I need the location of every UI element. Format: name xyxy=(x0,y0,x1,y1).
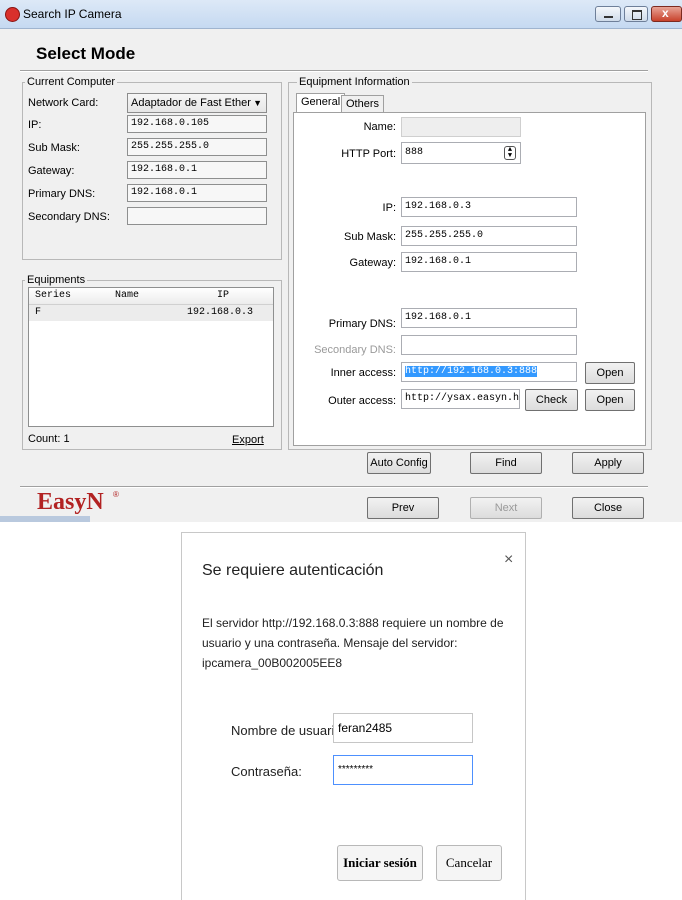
network-card-value: Adaptador de Fast Ether xyxy=(131,97,251,109)
equip-gateway-label: Gateway: xyxy=(349,257,396,269)
network-card-label: Network Card: xyxy=(28,97,99,109)
prev-button[interactable]: Prev xyxy=(367,497,439,519)
close-icon: x xyxy=(662,6,669,20)
gateway-label: Gateway: xyxy=(28,165,75,177)
table-header: Series Name IP xyxy=(29,288,273,305)
password-input[interactable]: ********* xyxy=(333,755,473,785)
equip-sub-mask-label: Sub Mask: xyxy=(344,231,396,243)
name-field[interactable] xyxy=(401,117,521,137)
minimize-button[interactable] xyxy=(595,6,621,22)
http-port-spinner[interactable]: 888 ▲ ▼ xyxy=(401,142,521,164)
header-divider xyxy=(20,70,648,72)
equip-ip-label: IP: xyxy=(382,202,396,214)
current-computer-legend: Current Computer xyxy=(25,76,118,88)
table-row[interactable]: F 192.168.0.3 xyxy=(29,305,273,321)
equip-primary-dns-label: Primary DNS: xyxy=(328,318,396,330)
http-port-label: HTTP Port: xyxy=(341,148,396,160)
next-button[interactable]: Next xyxy=(470,497,542,519)
inner-access-value: http://192.168.0.3:888 xyxy=(405,366,538,377)
outer-open-button[interactable]: Open xyxy=(585,389,635,411)
network-card-dropdown[interactable]: Adaptador de Fast Ether ▼ xyxy=(127,93,267,113)
count-text: Count: 1 xyxy=(28,433,70,445)
http-port-value: 888 xyxy=(405,147,424,158)
column-ip[interactable]: IP xyxy=(217,288,229,304)
tab-general[interactable]: General xyxy=(296,93,346,113)
app-icon xyxy=(5,7,20,22)
ip-label: IP: xyxy=(28,119,42,131)
sub-mask-label: Sub Mask: xyxy=(28,142,80,154)
row-series: F xyxy=(35,307,42,318)
equip-secondary-dns-field[interactable] xyxy=(401,335,577,355)
spinner-arrows-icon[interactable]: ▲ ▼ xyxy=(504,146,516,160)
minimize-icon xyxy=(604,16,613,18)
taskbar-strip xyxy=(0,516,90,522)
equipments-legend: Equipments xyxy=(25,274,88,286)
auto-config-button[interactable]: Auto Config xyxy=(367,452,431,474)
page-title: Select Mode xyxy=(36,44,136,63)
primary-dns-field[interactable]: 192.168.0.1 xyxy=(127,184,267,202)
equip-sub-mask-field[interactable]: 255.255.255.0 xyxy=(401,226,577,246)
export-link[interactable]: Export xyxy=(232,434,264,446)
registered-mark-icon: ® xyxy=(113,490,119,499)
brand-logo: EasyN xyxy=(37,489,104,515)
equip-gateway-field[interactable]: 192.168.0.1 xyxy=(401,252,577,272)
equipment-info-legend: Equipment Information xyxy=(297,76,412,88)
maximize-button[interactable] xyxy=(624,6,648,22)
column-series[interactable]: Series xyxy=(35,288,71,304)
apply-button[interactable]: Apply xyxy=(572,452,644,474)
equip-primary-dns-field[interactable]: 192.168.0.1 xyxy=(401,308,577,328)
footer-divider xyxy=(20,486,648,488)
username-label: Nombre de usuario: xyxy=(231,723,346,738)
inner-access-label: Inner access: xyxy=(330,367,396,379)
gateway-field[interactable]: 192.168.0.1 xyxy=(127,161,267,179)
close-icon[interactable]: × xyxy=(504,551,513,569)
outer-access-field[interactable]: http://ysax.easyn.hk xyxy=(401,389,520,409)
password-label: Contraseña: xyxy=(231,764,302,779)
find-button[interactable]: Find xyxy=(470,452,542,474)
column-name[interactable]: Name xyxy=(115,288,139,304)
inner-open-button[interactable]: Open xyxy=(585,362,635,384)
auth-dialog-title: Se requiere autenticación xyxy=(202,562,384,579)
equip-ip-field[interactable]: 192.168.0.3 xyxy=(401,197,577,217)
close-window-button[interactable]: x xyxy=(651,6,682,22)
secondary-dns-label: Secondary DNS: xyxy=(28,211,110,223)
equipments-table: Series Name IP F 192.168.0.3 xyxy=(28,287,274,427)
equip-secondary-dns-label: Secondary DNS: xyxy=(314,344,396,356)
secondary-dns-field[interactable] xyxy=(127,207,267,225)
maximize-icon xyxy=(632,10,642,20)
title-bar: Search IP Camera x xyxy=(0,0,682,29)
check-button[interactable]: Check xyxy=(525,389,578,411)
search-ip-camera-window: Search IP Camera x Select Mode Current C… xyxy=(0,0,682,522)
sub-mask-field[interactable]: 255.255.255.0 xyxy=(127,138,267,156)
username-input[interactable]: feran2485 xyxy=(333,713,473,743)
primary-dns-label: Primary DNS: xyxy=(28,188,96,200)
chevron-down-icon: ▼ xyxy=(253,98,262,108)
row-ip: 192.168.0.3 xyxy=(187,307,254,318)
close-button[interactable]: Close xyxy=(572,497,644,519)
outer-access-label: Outer access: xyxy=(328,395,396,407)
name-label: Name: xyxy=(363,121,396,133)
window-title: Search IP Camera xyxy=(23,7,122,21)
inner-access-field[interactable]: http://192.168.0.3:888 xyxy=(401,362,577,382)
login-button[interactable]: Iniciar sesión xyxy=(337,845,423,881)
tab-others[interactable]: Others xyxy=(341,95,385,113)
ip-field[interactable]: 192.168.0.105 xyxy=(127,115,267,133)
auth-message: El servidor http://192.168.0.3:888 requi… xyxy=(202,616,504,670)
cancel-button[interactable]: Cancelar xyxy=(436,845,502,881)
auth-dialog: Se requiere autenticación × El servidor … xyxy=(181,532,526,900)
